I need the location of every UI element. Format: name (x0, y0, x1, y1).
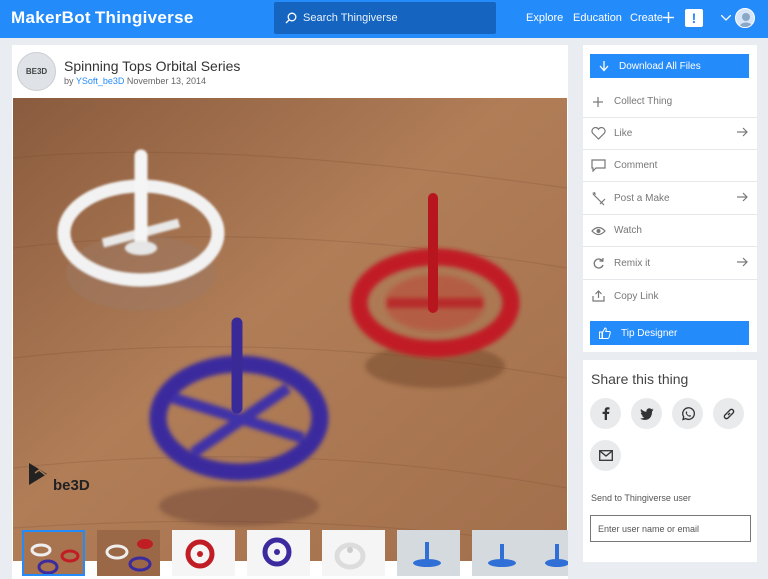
search-icon (285, 12, 297, 24)
send-to-user-label: Send to Thingiverse user (591, 493, 691, 503)
remix-action[interactable]: Remix it (583, 248, 757, 280)
comment-label: Comment (614, 160, 658, 171)
thumbnail-1[interactable] (22, 530, 85, 576)
share-email-button[interactable] (590, 440, 621, 471)
plus-icon (589, 96, 607, 107)
share-icon (589, 290, 607, 302)
tip-designer-button[interactable]: Tip Designer (590, 321, 749, 345)
make-icon (589, 191, 607, 206)
download-all-files-button[interactable]: Download All Files (590, 54, 749, 78)
nav-create-link[interactable]: Create (630, 12, 663, 24)
post-a-make-label: Post a Make (614, 193, 670, 204)
share-title: Share this thing (591, 371, 689, 387)
thing-title: Spinning Tops Orbital Series (64, 58, 241, 74)
arrow-right-icon (737, 257, 748, 267)
comment-icon (589, 159, 607, 172)
facebook-icon (602, 407, 609, 420)
arrow-right-icon (737, 127, 748, 137)
collect-thing-action[interactable]: Collect Thing (583, 86, 757, 118)
arrow-right-icon (737, 192, 748, 202)
like-action[interactable]: Like (583, 118, 757, 150)
nav-education-link[interactable]: Education (573, 12, 622, 24)
thing-meta: by YSoft_be3D November 13, 2014 (64, 76, 206, 86)
like-label: Like (614, 128, 633, 139)
post-a-make-action[interactable]: Post a Make (583, 183, 757, 215)
search-input[interactable] (303, 12, 483, 24)
whatsapp-icon (681, 406, 695, 421)
thumbnail-6[interactable] (397, 530, 460, 576)
link-icon (723, 408, 734, 419)
collect-thing-label: Collect Thing (614, 96, 673, 107)
watch-action[interactable]: Watch (583, 215, 757, 247)
chevron-down-icon (721, 15, 731, 21)
thing-header: BE3D Spinning Tops Orbital Series by YSo… (12, 45, 568, 98)
logo-makerbot: MakerBot (11, 8, 91, 27)
thumbnail-7[interactable] (472, 530, 535, 576)
thumbnail-3[interactable] (172, 530, 235, 576)
svg-text:be3D: be3D (53, 477, 90, 494)
share-panel: Share this thing Send to Thingiverse use… (583, 360, 757, 562)
remix-label: Remix it (614, 258, 651, 269)
watch-label: Watch (614, 225, 642, 236)
comment-action[interactable]: Comment (583, 150, 757, 182)
by-label: by (64, 76, 74, 86)
download-icon (599, 60, 609, 71)
mail-icon (598, 450, 613, 461)
thumbnail-2[interactable] (97, 530, 160, 576)
thumbnail-strip (12, 525, 568, 579)
user-menu[interactable] (721, 8, 755, 28)
download-all-files-label: Download All Files (619, 60, 701, 72)
search-box[interactable] (274, 2, 496, 34)
send-to-user-input[interactable] (590, 515, 751, 542)
author-link[interactable]: YSoft_be3D (76, 76, 125, 86)
alert-button[interactable]: ! (685, 9, 703, 27)
thumbnail-4[interactable] (247, 530, 310, 576)
publish-date: November 13, 2014 (126, 76, 206, 86)
copy-link-label: Copy Link (614, 290, 659, 302)
remix-icon (589, 257, 607, 270)
share-facebook-button[interactable] (590, 398, 621, 429)
share-whatsapp-button[interactable] (672, 398, 703, 429)
thumbnail-5[interactable] (322, 530, 385, 576)
spinning-tops-image: be3D (13, 98, 567, 561)
main-photo[interactable]: be3D (13, 98, 567, 561)
nav-explore-link[interactable]: Explore (526, 12, 563, 24)
tip-designer-label: Tip Designer (621, 327, 678, 339)
eye-icon (589, 226, 607, 236)
thumbnail-8[interactable] (535, 530, 568, 576)
share-link-button[interactable] (713, 398, 744, 429)
twitter-icon (639, 407, 653, 420)
top-navigation-bar: MakerBotThingiverse Explore Education Cr… (0, 0, 768, 38)
share-twitter-button[interactable] (631, 398, 662, 429)
thumbs-up-icon (599, 327, 611, 339)
creator-avatar[interactable]: BE3D (17, 52, 56, 91)
thingiverse-logo[interactable]: MakerBot Thingiverse (11, 8, 194, 28)
thing-actions-panel: Download All Files Collect Thing Like Co… (583, 45, 757, 352)
heart-icon (589, 127, 607, 140)
copy-link-action[interactable]: Copy Link (583, 280, 757, 312)
logo-thingiverse: Thingiverse (94, 8, 194, 27)
thing-card: BE3D Spinning Tops Orbital Series by YSo… (12, 45, 568, 579)
avatar (735, 8, 755, 28)
create-plus-icon[interactable] (663, 12, 674, 23)
